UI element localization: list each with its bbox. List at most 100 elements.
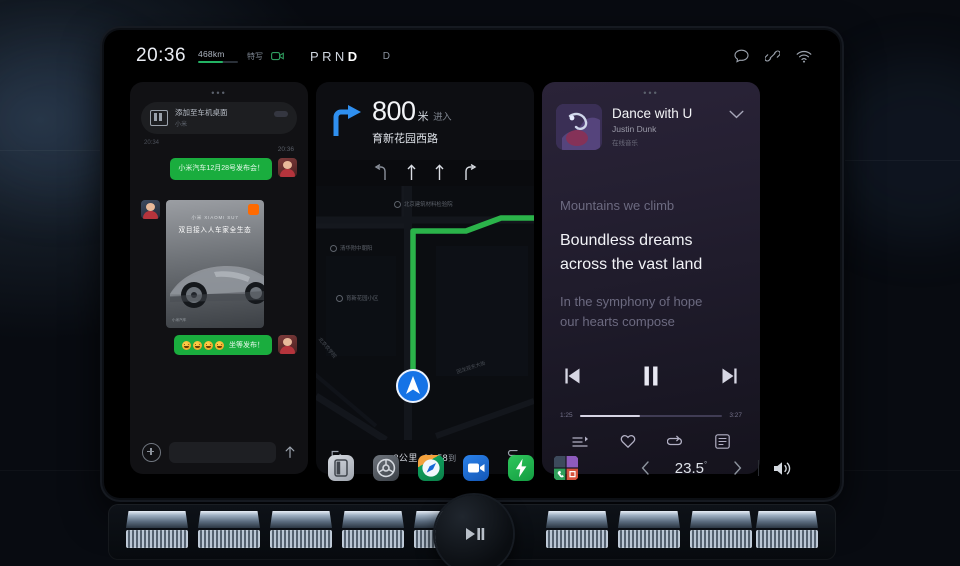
message-bubble-text: 小米汽车12月28号发布会！ bbox=[170, 158, 272, 181]
avatar bbox=[141, 200, 160, 219]
image-caption-line2: 双目接入人车家全生态 bbox=[178, 227, 252, 234]
temperature-number: 23.5 bbox=[674, 459, 704, 477]
album-art[interactable] bbox=[556, 104, 602, 150]
chat-message-incoming[interactable]: 小米 XIAOMI SU7 双目接入人车家全生态 小米汽车 bbox=[141, 200, 264, 328]
distance-unit: 米 bbox=[417, 111, 429, 123]
playback-controls bbox=[542, 364, 760, 388]
navigation-action: 进入 bbox=[433, 112, 452, 123]
lane-left-turn bbox=[374, 164, 386, 180]
chat-message-outgoing[interactable]: 小米汽车12月28号发布会！ bbox=[170, 158, 297, 181]
gear-active: D bbox=[347, 48, 361, 64]
autopilot-label: D bbox=[382, 50, 391, 62]
track-artist: Justin Dunk bbox=[612, 124, 657, 134]
turn-right-icon bbox=[333, 105, 361, 136]
volume-icon[interactable] bbox=[767, 455, 797, 481]
emoji-message-text: 坐等发布！ bbox=[229, 342, 264, 349]
avatar bbox=[278, 158, 297, 177]
center-display-screen[interactable]: 20:36 468km 特写 PRND D ••• 添加至车机桌面 小米 20:… bbox=[110, 36, 834, 492]
lyric-line-active: Boundless dreams bbox=[560, 232, 693, 249]
notification-subtitle: 小米 bbox=[175, 121, 188, 128]
navigation-header: 800 米进入 育新花园西路 bbox=[316, 82, 534, 160]
chat-timestamp-left: 20:34 bbox=[144, 140, 160, 146]
avatar bbox=[278, 335, 297, 354]
track-source: 在线音乐 bbox=[612, 140, 638, 147]
emoji-icon bbox=[215, 340, 224, 350]
image-footer: 小米汽车 bbox=[172, 318, 187, 322]
air-vent[interactable] bbox=[198, 511, 260, 551]
message-image-card[interactable]: 小米 XIAOMI SU7 双目接入人车家全生态 小米汽车 bbox=[166, 200, 264, 328]
chat-card[interactable]: ••• 添加至车机桌面 小米 20:34 20:36 小米汽车12月28号发布会… bbox=[130, 82, 308, 474]
air-vent[interactable] bbox=[618, 511, 680, 551]
chevron-left-icon[interactable] bbox=[632, 455, 658, 481]
map-poi: 北京建筑材料检验院 bbox=[394, 200, 453, 208]
map-poi: 育新花园小区 bbox=[336, 294, 378, 302]
navigation-distance: 800 米进入 bbox=[372, 98, 452, 125]
pause-icon[interactable] bbox=[640, 364, 662, 388]
clock: 20:36 bbox=[136, 45, 187, 66]
message-bubble-emoji: 坐等发布！ bbox=[174, 335, 272, 355]
chevron-down-icon[interactable] bbox=[729, 110, 744, 119]
bluetooth-link-icon[interactable] bbox=[765, 49, 780, 63]
card-grab-handle[interactable]: ••• bbox=[211, 89, 226, 98]
map-view[interactable]: 北京建筑材料检验院 清华附中朝阳 育新花园小区 北京农学院 回龙观东大街 bbox=[316, 186, 534, 440]
navigation-road-name: 育新花园西路 bbox=[372, 133, 438, 145]
degree-symbol: ° bbox=[704, 459, 708, 469]
lane-guidance bbox=[316, 164, 534, 181]
position-arrow-icon bbox=[396, 369, 430, 403]
card-grab-handle[interactable]: ••• bbox=[643, 89, 658, 98]
chat-input-field[interactable] bbox=[169, 441, 276, 463]
lane-straight bbox=[434, 164, 444, 180]
lyric-line: our hearts compose bbox=[560, 314, 675, 329]
car-illustration bbox=[170, 266, 264, 308]
previous-track-icon[interactable] bbox=[562, 365, 584, 387]
split-view-icon bbox=[150, 110, 168, 126]
gear-indicator: PRND bbox=[310, 49, 360, 64]
center-display-bezel: 20:36 468km 特写 PRND D ••• 添加至车机桌面 小米 20:… bbox=[104, 30, 840, 498]
air-vent[interactable] bbox=[342, 511, 404, 551]
chat-message-outgoing-emoji[interactable]: 坐等发布！ bbox=[174, 335, 297, 355]
air-vent[interactable] bbox=[756, 511, 818, 551]
progress-bar-row[interactable]: 1:25 3:27 bbox=[560, 412, 742, 419]
split-screen-app[interactable] bbox=[328, 455, 354, 481]
poi-dot-icon bbox=[336, 294, 343, 302]
chevron-right-icon[interactable] bbox=[724, 455, 750, 481]
divider bbox=[758, 460, 759, 476]
air-vent[interactable] bbox=[126, 511, 188, 551]
wifi-icon[interactable] bbox=[796, 50, 812, 63]
plus-icon[interactable] bbox=[142, 442, 161, 462]
notification-action[interactable] bbox=[274, 111, 288, 117]
next-track-icon[interactable] bbox=[718, 365, 740, 387]
charging-app[interactable] bbox=[508, 455, 534, 481]
map-poi: 清华附中朝阳 bbox=[330, 244, 372, 252]
total-time: 3:27 bbox=[729, 412, 742, 419]
lane-right-turn bbox=[464, 164, 476, 180]
dash-seam bbox=[0, 150, 104, 151]
climate-control-bar: 23.5° bbox=[632, 446, 822, 490]
navigation-app[interactable] bbox=[418, 455, 444, 481]
app-grid[interactable] bbox=[553, 455, 579, 481]
chat-input-bar[interactable] bbox=[130, 430, 308, 474]
camera-icon[interactable] bbox=[271, 51, 284, 61]
elapsed-time: 1:25 bbox=[560, 412, 573, 419]
emoji-icon bbox=[182, 340, 191, 350]
temperature-value[interactable]: 23.5° bbox=[660, 460, 722, 477]
track-title: Dance with U bbox=[612, 106, 693, 121]
lyric-line-active: across the vast land bbox=[560, 256, 703, 273]
send-arrow-icon[interactable] bbox=[284, 445, 296, 459]
message-bubble-icon[interactable] bbox=[734, 49, 749, 63]
play-pause-knob[interactable] bbox=[435, 495, 513, 566]
music-player-card[interactable]: ••• Dance with U Justin Dunk 在线音乐 Mounta… bbox=[542, 82, 760, 474]
notification-banner[interactable]: 添加至车机桌面 小米 bbox=[141, 102, 297, 134]
air-vent[interactable] bbox=[546, 511, 608, 551]
poi-dot-icon bbox=[330, 244, 337, 252]
progress-bar[interactable] bbox=[579, 414, 723, 417]
gear-inactive: PRN bbox=[310, 48, 348, 64]
air-vent[interactable] bbox=[690, 511, 752, 551]
navigation-card[interactable]: ••• 800米进入 育新花园西路 bbox=[316, 82, 534, 474]
autopilot-indicator: D bbox=[371, 51, 391, 62]
air-vent[interactable] bbox=[270, 511, 332, 551]
emoji-icon bbox=[193, 340, 202, 350]
battery-bar bbox=[198, 60, 239, 64]
video-call-app[interactable] bbox=[463, 455, 489, 481]
steering-wheel-app[interactable] bbox=[373, 455, 399, 481]
